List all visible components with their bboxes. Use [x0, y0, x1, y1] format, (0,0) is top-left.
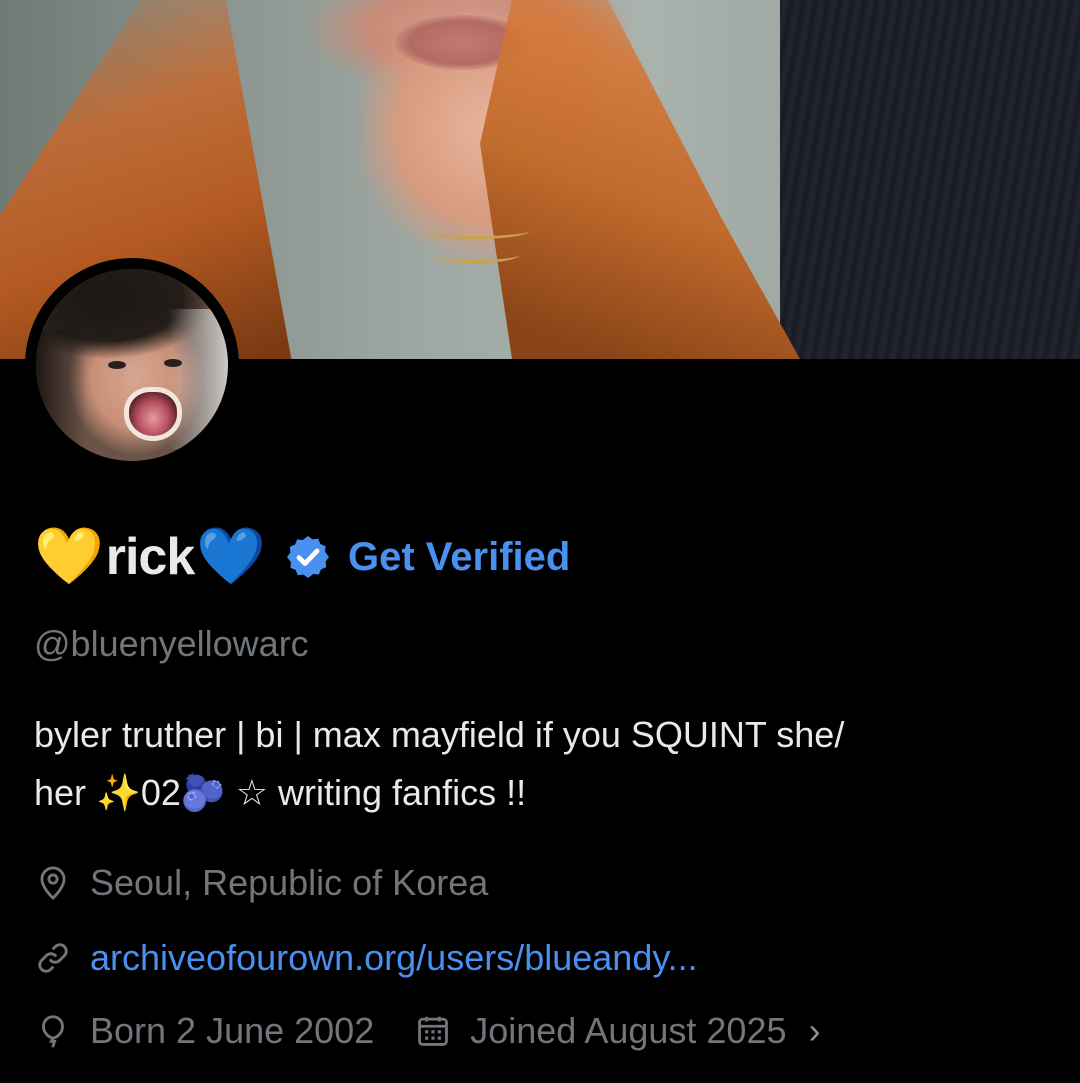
link-icon: [38, 943, 68, 973]
name-row: 💛 rick 💙 Get Verified: [34, 522, 570, 592]
bio-text: ☆ writing fanfics !!: [225, 772, 527, 813]
avatar-eye: [164, 359, 182, 367]
display-name: rick: [105, 528, 196, 586]
bio-line-1: byler truther | bi | max mayfield if you…: [34, 714, 845, 755]
location-pin-icon: [40, 866, 66, 900]
bio-text: her: [34, 772, 97, 813]
profile-bio: byler truther | bi | max mayfield if you…: [34, 706, 1044, 822]
location-row: Seoul, Republic of Korea: [34, 862, 488, 904]
yellow-heart-emoji: 💛: [34, 524, 104, 589]
profile-website-link[interactable]: archiveofourown.org/users/blueandy...: [90, 937, 698, 979]
avatar-mouth: [124, 387, 182, 441]
banner-necklace: [430, 246, 520, 263]
profile-handle: @bluenyellowarc: [34, 623, 309, 664]
get-verified-link[interactable]: Get Verified: [348, 535, 570, 580]
avatar[interactable]: [25, 258, 239, 472]
blueberries-emoji: 🫐: [180, 772, 226, 813]
dates-row: Born 2 June 2002 Joined August 2025 ›: [34, 1010, 821, 1052]
calendar-icon: [418, 1016, 449, 1046]
avatar-hair-side: [36, 329, 86, 461]
location-text: Seoul, Republic of Korea: [90, 862, 489, 903]
banner-sleeve: [780, 0, 1080, 359]
bio-line-2: her ✨02🫐 ☆ writing fanfics !!: [34, 764, 1044, 822]
bio-text: 02: [140, 772, 181, 813]
birthday-text: Born 2 June 2002: [90, 1010, 375, 1051]
chevron-right-icon[interactable]: ›: [809, 1010, 821, 1052]
sparkle-emoji: ✨: [96, 772, 141, 813]
balloon-icon: [42, 1015, 64, 1048]
joined-text: Joined August 2025: [470, 1010, 787, 1051]
avatar-photo: [36, 269, 228, 461]
link-row: archiveofourown.org/users/blueandy...: [34, 937, 698, 979]
avatar-eye: [108, 361, 126, 369]
banner-necklace: [420, 222, 530, 239]
verified-badge-icon[interactable]: [284, 533, 332, 581]
blue-heart-emoji: 💙: [196, 524, 266, 589]
banner-hair-right: [480, 0, 800, 359]
